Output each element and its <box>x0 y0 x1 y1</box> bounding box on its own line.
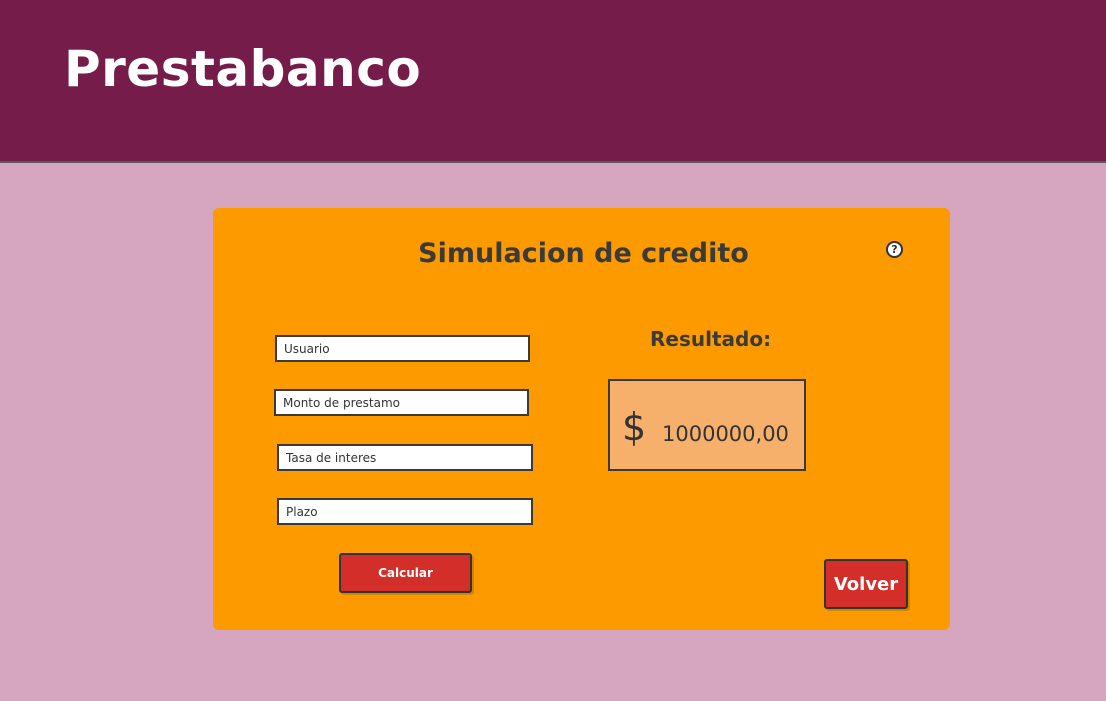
back-button[interactable]: Volver <box>824 559 908 609</box>
card-title: Simulacion de credito <box>418 238 749 269</box>
term-input[interactable] <box>277 498 533 525</box>
usuario-input[interactable] <box>275 335 530 362</box>
loan-amount-input[interactable] <box>274 389 529 416</box>
result-label: Resultado: <box>650 327 772 351</box>
credit-simulation-card: Simulacion de credito ? Calcular Resulta… <box>213 208 950 630</box>
result-display: $ 1000000,00 <box>608 379 806 471</box>
brand-logo-text: Prestabanco <box>64 40 422 98</box>
result-value: 1000000,00 <box>662 422 789 446</box>
interest-rate-input[interactable] <box>277 444 533 471</box>
dollar-icon: $ <box>622 405 647 449</box>
help-icon[interactable]: ? <box>886 241 903 258</box>
top-header: Prestabanco <box>0 0 1106 163</box>
calculate-button[interactable]: Calcular <box>339 553 472 593</box>
